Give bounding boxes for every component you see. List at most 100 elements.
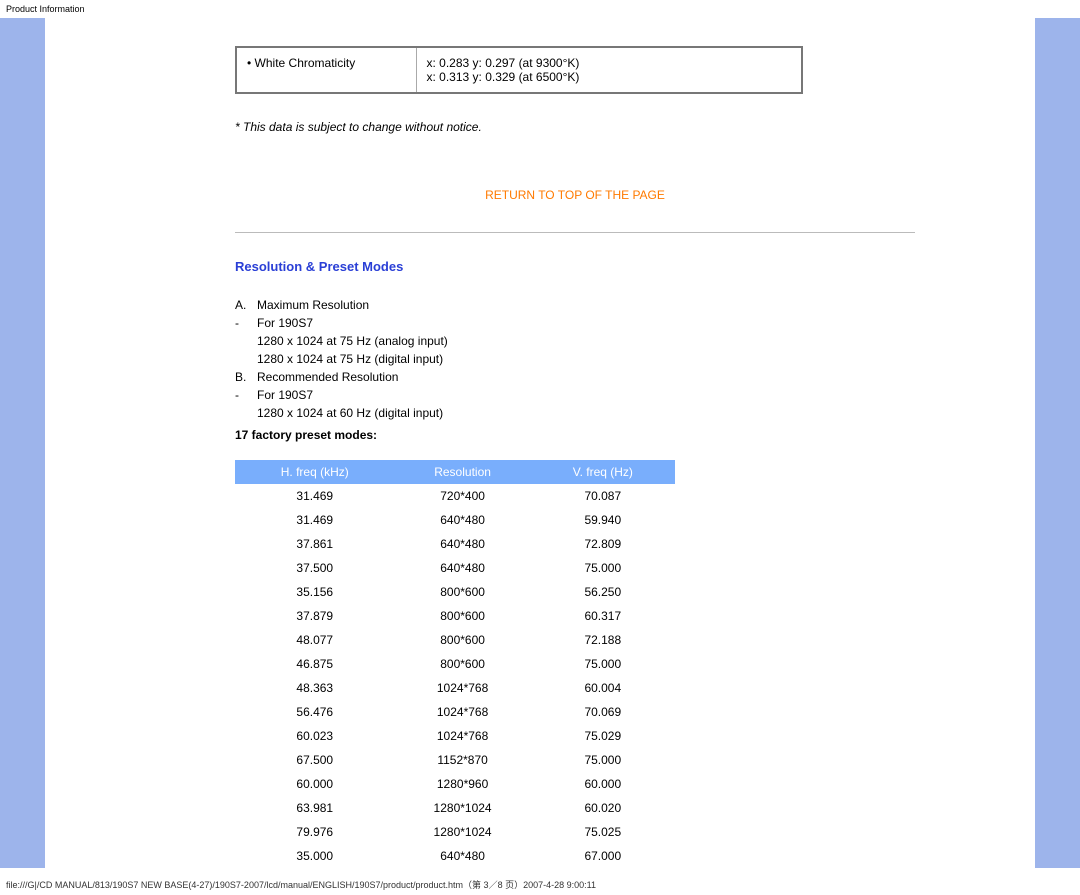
marker-dash: - bbox=[235, 386, 257, 404]
content-area: • White Chromaticity x: 0.283 y: 0.297 (… bbox=[45, 46, 1035, 868]
col-resolution: Resolution bbox=[394, 461, 531, 484]
table-cell: 31.469 bbox=[236, 484, 395, 509]
table-cell: 640*480 bbox=[394, 844, 531, 868]
table-row: 48.3631024*76860.004 bbox=[236, 676, 675, 700]
table-cell: 720*400 bbox=[394, 484, 531, 509]
table-cell: 800*600 bbox=[394, 652, 531, 676]
modes-tbody: 31.469720*40070.08731.469640*48059.94037… bbox=[236, 484, 675, 869]
spec-a-label: Maximum Resolution bbox=[257, 296, 369, 314]
table-cell: 60.000 bbox=[236, 772, 395, 796]
table-cell: 1280*960 bbox=[394, 772, 531, 796]
table-cell: 60.000 bbox=[531, 772, 674, 796]
spec-row: B.Recommended Resolution bbox=[235, 368, 1035, 386]
spec-row: 1280 x 1024 at 75 Hz (digital input) bbox=[235, 350, 1035, 368]
table-cell: 75.000 bbox=[531, 556, 674, 580]
table-row: 35.156800*60056.250 bbox=[236, 580, 675, 604]
table-row: 31.469720*40070.087 bbox=[236, 484, 675, 509]
table-cell: 1024*768 bbox=[394, 724, 531, 748]
right-decor-bar bbox=[1035, 18, 1080, 868]
spec-row: 1280 x 1024 at 75 Hz (analog input) bbox=[235, 332, 1035, 350]
spec-row: A.Maximum Resolution bbox=[235, 296, 1035, 314]
table-row: 60.0231024*76875.029 bbox=[236, 724, 675, 748]
table-cell: 70.087 bbox=[531, 484, 674, 509]
table-cell: 1280*1024 bbox=[394, 820, 531, 844]
table-cell: 48.077 bbox=[236, 628, 395, 652]
spec-b-line1: 1280 x 1024 at 60 Hz (digital input) bbox=[257, 404, 443, 422]
table-row: • White Chromaticity x: 0.283 y: 0.297 (… bbox=[236, 47, 802, 93]
footer-file-path: file:///G|/CD MANUAL/813/190S7 NEW BASE(… bbox=[0, 868, 1080, 895]
table-cell: 48.363 bbox=[236, 676, 395, 700]
table-cell: 72.809 bbox=[531, 532, 674, 556]
chroma-value-cell: x: 0.283 y: 0.297 (at 9300°K) x: 0.313 y… bbox=[416, 47, 802, 93]
chroma-value-1: x: 0.283 y: 0.297 (at 9300°K) bbox=[427, 56, 792, 70]
table-cell: 800*600 bbox=[394, 628, 531, 652]
divider bbox=[235, 232, 915, 233]
marker-blank bbox=[235, 350, 257, 368]
table-row: 79.9761280*102475.025 bbox=[236, 820, 675, 844]
table-cell: 75.000 bbox=[531, 748, 674, 772]
table-cell: 60.317 bbox=[531, 604, 674, 628]
table-cell: 1024*768 bbox=[394, 700, 531, 724]
table-cell: 37.861 bbox=[236, 532, 395, 556]
table-cell: 800*600 bbox=[394, 580, 531, 604]
table-cell: 1024*768 bbox=[394, 676, 531, 700]
table-cell: 1280*1024 bbox=[394, 796, 531, 820]
preset-modes-table: H. freq (kHz) Resolution V. freq (Hz) 31… bbox=[235, 460, 675, 868]
table-cell: 63.981 bbox=[236, 796, 395, 820]
return-to-top-link[interactable]: RETURN TO TOP OF THE PAGE bbox=[485, 188, 665, 202]
table-row: 67.5001152*87075.000 bbox=[236, 748, 675, 772]
table-row: 37.861640*48072.809 bbox=[236, 532, 675, 556]
table-cell: 67.500 bbox=[236, 748, 395, 772]
table-header-row: H. freq (kHz) Resolution V. freq (Hz) bbox=[236, 461, 675, 484]
table-cell: 37.879 bbox=[236, 604, 395, 628]
table-cell: 67.000 bbox=[531, 844, 674, 868]
table-row: 46.875800*60075.000 bbox=[236, 652, 675, 676]
table-cell: 800*600 bbox=[394, 604, 531, 628]
spec-row: 1280 x 1024 at 60 Hz (digital input) bbox=[235, 404, 1035, 422]
table-row: 56.4761024*76870.069 bbox=[236, 700, 675, 724]
marker-a: A. bbox=[235, 296, 257, 314]
section-title-resolution: Resolution & Preset Modes bbox=[235, 259, 1035, 274]
left-decor-bar bbox=[0, 18, 45, 868]
table-cell: 640*480 bbox=[394, 532, 531, 556]
table-row: 37.500640*48075.000 bbox=[236, 556, 675, 580]
table-cell: 640*480 bbox=[394, 508, 531, 532]
chroma-value-2: x: 0.313 y: 0.329 (at 6500°K) bbox=[427, 70, 792, 84]
table-cell: 35.156 bbox=[236, 580, 395, 604]
table-row: 60.0001280*96060.000 bbox=[236, 772, 675, 796]
table-cell: 56.476 bbox=[236, 700, 395, 724]
spec-a-line2: 1280 x 1024 at 75 Hz (digital input) bbox=[257, 350, 443, 368]
spec-b-label: Recommended Resolution bbox=[257, 368, 398, 386]
resolution-spec-list: A.Maximum Resolution -For 190S7 1280 x 1… bbox=[235, 296, 1035, 422]
spec-a-for: For 190S7 bbox=[257, 314, 313, 332]
page-header: Product Information bbox=[0, 0, 1080, 18]
table-cell: 1152*870 bbox=[394, 748, 531, 772]
table-cell: 72.188 bbox=[531, 628, 674, 652]
main-column: • White Chromaticity x: 0.283 y: 0.297 (… bbox=[45, 18, 1035, 868]
col-h-freq: H. freq (kHz) bbox=[236, 461, 395, 484]
table-row: 35.000640*48067.000 bbox=[236, 844, 675, 868]
table-cell: 79.976 bbox=[236, 820, 395, 844]
table-cell: 70.069 bbox=[531, 700, 674, 724]
table-cell: 56.250 bbox=[531, 580, 674, 604]
table-cell: 60.023 bbox=[236, 724, 395, 748]
spec-row: -For 190S7 bbox=[235, 386, 1035, 404]
table-cell: 35.000 bbox=[236, 844, 395, 868]
table-cell: 60.020 bbox=[531, 796, 674, 820]
table-cell: 75.029 bbox=[531, 724, 674, 748]
table-row: 48.077800*60072.188 bbox=[236, 628, 675, 652]
page-wrap: • White Chromaticity x: 0.283 y: 0.297 (… bbox=[0, 18, 1080, 868]
table-row: 37.879800*60060.317 bbox=[236, 604, 675, 628]
table-cell: 59.940 bbox=[531, 508, 674, 532]
table-cell: 75.000 bbox=[531, 652, 674, 676]
white-chromaticity-table: • White Chromaticity x: 0.283 y: 0.297 (… bbox=[235, 46, 803, 94]
spec-row: -For 190S7 bbox=[235, 314, 1035, 332]
table-cell: 37.500 bbox=[236, 556, 395, 580]
table-row: 31.469640*48059.940 bbox=[236, 508, 675, 532]
chroma-label-cell: • White Chromaticity bbox=[236, 47, 416, 93]
table-cell: 640*480 bbox=[394, 556, 531, 580]
table-cell: 75.025 bbox=[531, 820, 674, 844]
spec-b-for: For 190S7 bbox=[257, 386, 313, 404]
marker-blank bbox=[235, 332, 257, 350]
col-v-freq: V. freq (Hz) bbox=[531, 461, 674, 484]
